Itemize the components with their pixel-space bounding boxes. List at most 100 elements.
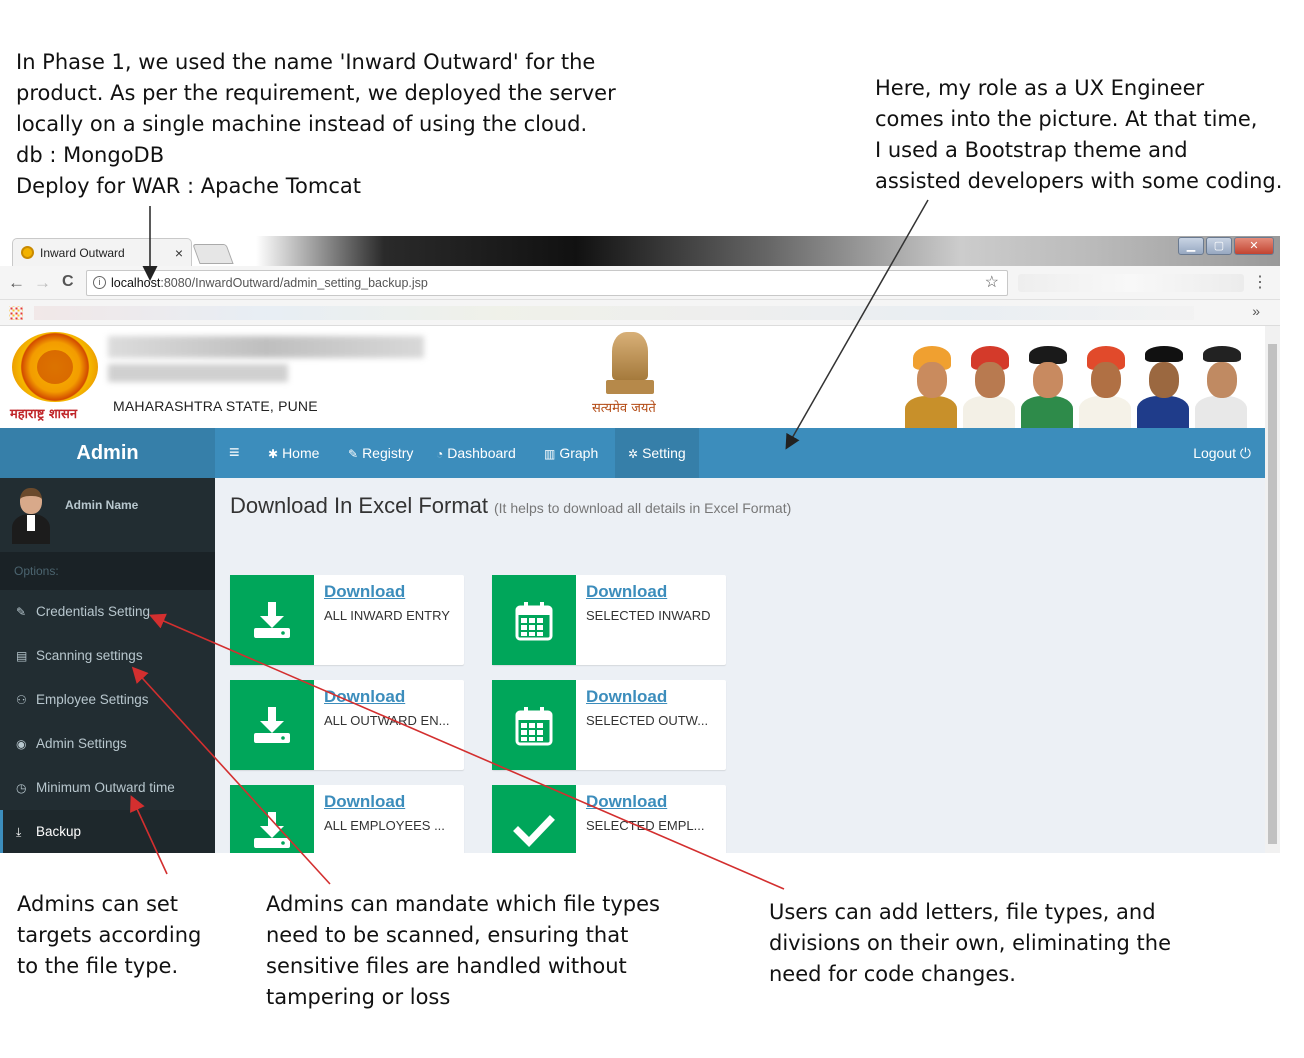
- annotation-scanning: Admins can mandate which file types need…: [266, 892, 660, 1009]
- tab-strip: Inward Outward × ▁ ▢ ✕: [0, 236, 1280, 266]
- annotation-targets: Admins can set targets according to the …: [17, 892, 202, 978]
- calendar-icon: [492, 680, 576, 770]
- main-content: Download In Excel Format (It helps to dow…: [215, 478, 1265, 853]
- logout-button[interactable]: Logout ⏻: [1193, 428, 1251, 478]
- nav-home-label: Home: [282, 445, 320, 461]
- bookmark-star-icon[interactable]: ☆: [985, 271, 999, 295]
- sidebar-item-admin-settings[interactable]: ◉ Admin Settings: [0, 722, 215, 766]
- state-logo-text: महाराष्ट्र शासन: [10, 407, 78, 422]
- browser-window: Inward Outward × ▁ ▢ ✕ ← → C i localhost…: [0, 236, 1280, 853]
- apps-icon[interactable]: [9, 306, 23, 320]
- download-box-label: SELECTED INWARD: [586, 608, 711, 623]
- bookmarks-bar: »: [0, 300, 1280, 326]
- download-box-all-employees: Download ALL EMPLOYEES ...: [230, 785, 464, 853]
- download-link[interactable]: Download: [324, 582, 405, 602]
- window-close-icon[interactable]: ✕: [1234, 237, 1274, 255]
- download-box-all-inward: Download ALL INWARD ENTRY: [230, 575, 464, 665]
- url-host: localhost: [111, 276, 161, 290]
- download-box-selected-inward: Download SELECTED INWARD: [492, 575, 726, 665]
- edit-icon: ✎: [16, 605, 27, 619]
- edit-icon: ✎: [348, 447, 359, 461]
- tab-close-icon[interactable]: ×: [175, 245, 183, 261]
- nav-graph[interactable]: ▥ Graph: [544, 428, 598, 478]
- download-box-label: SELECTED EMPL...: [586, 818, 705, 833]
- sidebar-item-backup[interactable]: ⤓ Backup: [0, 810, 215, 853]
- sidebar-item-scanning-settings[interactable]: ▤ Scanning settings: [0, 634, 215, 678]
- address-bar[interactable]: i localhost:8080/InwardOutward/admin_set…: [86, 270, 1008, 296]
- download-box-selected-outward: Download SELECTED OUTW...: [492, 680, 726, 770]
- page-subtitle: (It helps to download all details in Exc…: [494, 500, 792, 516]
- download-link[interactable]: Download: [324, 792, 405, 812]
- nav-registry-label: Registry: [362, 445, 414, 461]
- brand-logo[interactable]: Admin: [0, 428, 215, 478]
- download-link[interactable]: Download: [586, 792, 667, 812]
- sidebar-item-label: Minimum Outward time: [36, 780, 175, 795]
- new-tab-button[interactable]: [192, 244, 234, 264]
- calendar-icon: [492, 575, 576, 665]
- sidebar-item-minimum-outward-time[interactable]: ◷ Minimum Outward time: [0, 766, 215, 810]
- site-header: महाराष्ट्र शासन MAHARASHTRA STATE, PUNE …: [0, 326, 1265, 428]
- home-icon: ✱: [268, 447, 279, 461]
- check-icon: [492, 785, 576, 853]
- sidebar-item-label: Credentials Setting: [36, 604, 151, 619]
- browser-menu-icon[interactable]: ⋮: [1252, 272, 1268, 292]
- nav-home[interactable]: ✱ Home: [268, 428, 319, 478]
- bookmarks-overflow-icon[interactable]: »: [1252, 303, 1260, 319]
- download-box-selected-employees: Download SELECTED EMPL...: [492, 785, 726, 853]
- annotation-credentials: Users can add letters, file types, and d…: [769, 900, 1172, 986]
- download-box-label: SELECTED OUTW...: [586, 713, 709, 728]
- nav-dashboard[interactable]: ◔ Dashboard: [436, 428, 516, 478]
- blurred-title: [108, 336, 424, 358]
- download-link[interactable]: Download: [586, 582, 667, 602]
- sidebar-header: Options:: [0, 552, 215, 590]
- download-icon: [230, 575, 314, 665]
- window-controls: ▁ ▢ ✕: [1178, 237, 1274, 255]
- top-navbar: Admin ≡ ✱ Home ✎ Registry ◔ Dashboard ▥ Grap…: [0, 428, 1265, 478]
- minimize-icon[interactable]: ▁: [1178, 237, 1204, 255]
- sidebar-item-employee-settings[interactable]: ⚇ Employee Settings: [0, 678, 215, 722]
- national-emblem-logo: [604, 332, 656, 394]
- maximize-icon[interactable]: ▢: [1206, 237, 1232, 255]
- download-box-label: ALL OUTWARD EN...: [324, 713, 450, 728]
- dashboard-icon: ◔: [436, 447, 444, 461]
- nav-setting[interactable]: ✲ Setting: [615, 428, 699, 478]
- leader-portrait: [903, 346, 959, 428]
- scroll-thumb[interactable]: [1268, 344, 1277, 844]
- forward-icon[interactable]: →: [34, 273, 51, 293]
- gear-icon: ✲: [628, 447, 639, 461]
- maharashtra-seal-logo: [12, 332, 98, 402]
- reload-icon[interactable]: C: [62, 273, 74, 291]
- page-title-text: Download In Excel Format: [230, 493, 488, 518]
- tab-title: Inward Outward: [40, 245, 125, 260]
- nav-setting-label: Setting: [642, 445, 686, 461]
- download-link[interactable]: Download: [586, 687, 667, 707]
- page-title: Download In Excel Format (It helps to dow…: [230, 493, 791, 519]
- sidebar-item-credentials-setting[interactable]: ✎ Credentials Setting: [0, 590, 215, 634]
- leader-portrait: [1077, 346, 1133, 428]
- sidebar-item-label: Employee Settings: [36, 692, 149, 707]
- user-panel: Admin Name: [0, 478, 215, 552]
- nav-registry[interactable]: ✎ Registry: [348, 428, 413, 478]
- department-title: MAHARASHTRA STATE, PUNE: [113, 398, 318, 414]
- sidebar-item-label: Admin Settings: [36, 736, 127, 751]
- back-icon[interactable]: ←: [8, 273, 25, 293]
- blurred-subtitle: [108, 364, 288, 382]
- sidebar-item-label: Scanning settings: [36, 648, 143, 663]
- bar-chart-icon: ▥: [544, 447, 556, 461]
- annotation-phase-1: In Phase 1, we used the name 'Inward Out…: [16, 50, 616, 198]
- leader-portrait: [1193, 346, 1249, 428]
- download-box-label: ALL INWARD ENTRY: [324, 608, 450, 623]
- url-path: :8080/InwardOutward/admin_setting_backup…: [160, 276, 428, 290]
- download-box-label: ALL EMPLOYEES ...: [324, 818, 445, 833]
- bookmarks-list: [34, 306, 1194, 320]
- avatar: [12, 488, 50, 544]
- favicon-icon: [21, 246, 34, 259]
- browser-tab[interactable]: Inward Outward ×: [12, 238, 192, 266]
- browser-toolbar: ← → C i localhost:8080/InwardOutward/adm…: [0, 266, 1280, 300]
- sidebar: Admin Name Options: ✎ Credentials Setting…: [0, 478, 215, 853]
- user-name: Admin Name: [65, 498, 139, 512]
- page-scrollbar[interactable]: [1265, 326, 1280, 853]
- site-info-icon[interactable]: i: [93, 276, 106, 289]
- sidebar-toggle-icon[interactable]: ≡: [229, 442, 240, 463]
- download-link[interactable]: Download: [324, 687, 405, 707]
